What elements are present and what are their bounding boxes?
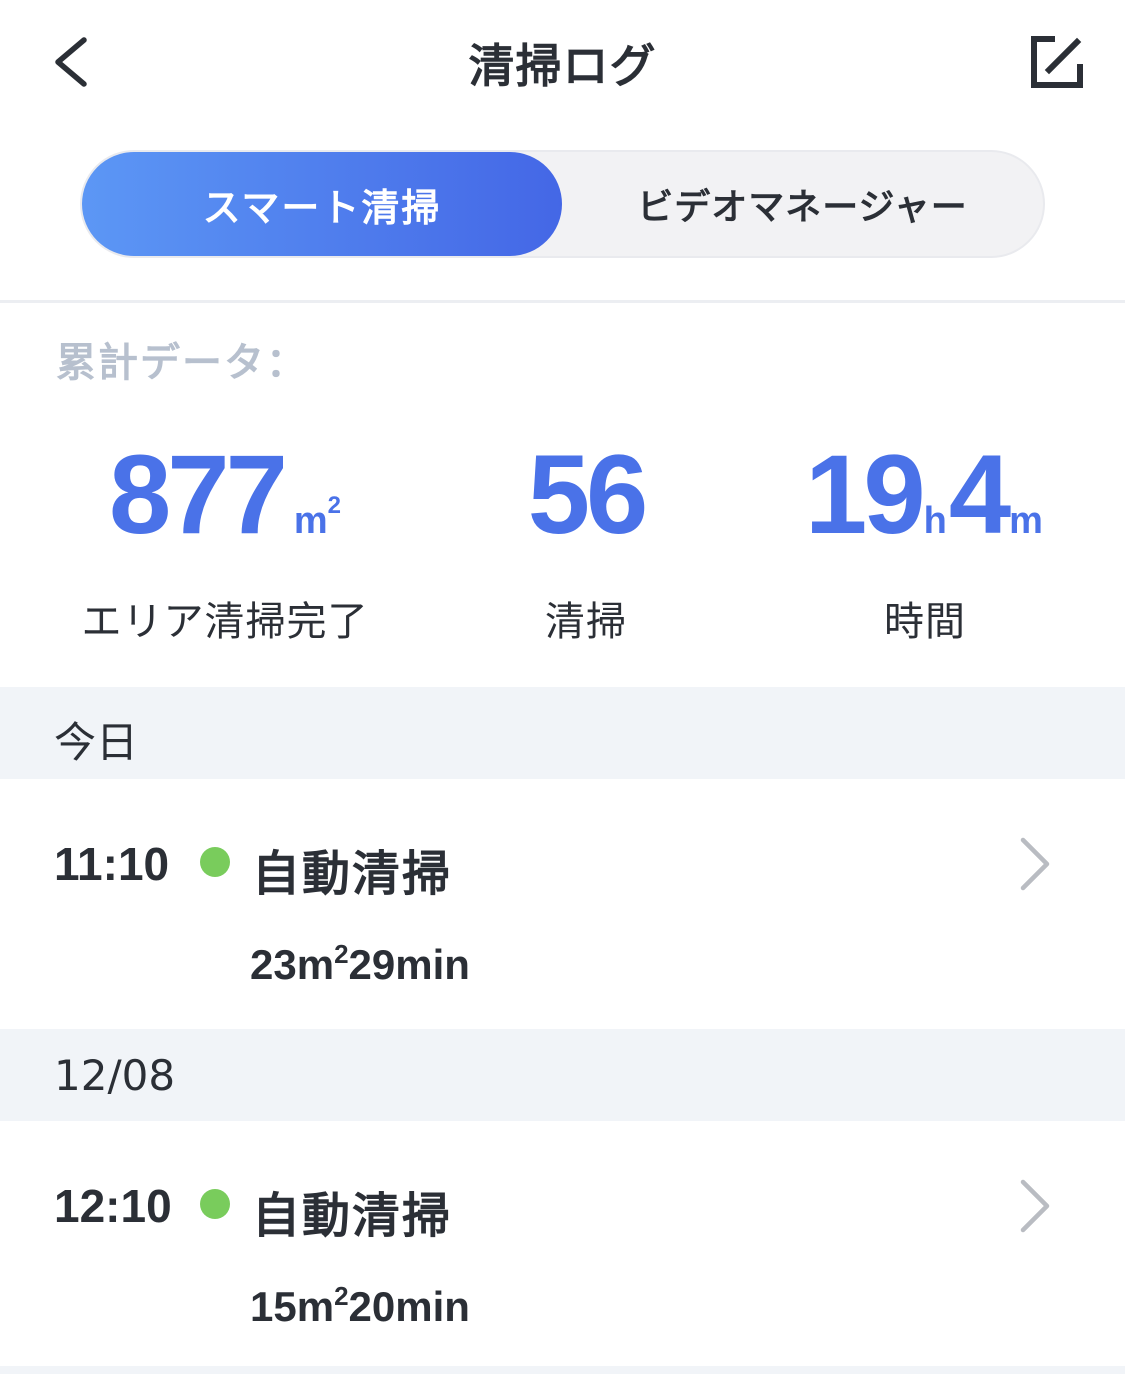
area-value-row: 877 m2 [70, 430, 380, 559]
tab-video-manager[interactable]: ビデオマネージャー [562, 152, 1043, 256]
chevron-right-icon[interactable] [1010, 1176, 1060, 1236]
log-summary: 23m229min [250, 939, 470, 988]
stat-area: 877 m2 エリア清掃完了 [70, 430, 380, 647]
log-mode: 自動清掃 [252, 1188, 453, 1244]
log-mode: 自動清掃 [252, 846, 453, 902]
hours-unit: h [923, 500, 947, 542]
divider [0, 300, 1125, 303]
time-value-row: 19h4m [790, 430, 1060, 559]
stat-time: 19h4m 時間 [790, 430, 1060, 647]
count-value-row: 56 [486, 430, 686, 559]
section-header-today: 今日 [0, 687, 1125, 779]
cumulative-data-label: 累計データ： [56, 340, 308, 386]
log-row[interactable]: 11:10 自動清掃 23m229min [0, 779, 1125, 1029]
status-dot [200, 1189, 230, 1219]
count-value: 56 [527, 432, 649, 557]
bottom-divider [0, 1366, 1125, 1374]
edit-export-icon [1031, 36, 1083, 88]
section-header-1208: 12/08 [0, 1029, 1125, 1121]
log-time: 11:10 [54, 838, 170, 890]
section-date: 12/08 [54, 1051, 176, 1100]
hours-value: 19 [805, 432, 926, 557]
tab-switcher: スマート清掃 ビデオマネージャー [80, 150, 1045, 258]
status-dot [200, 847, 230, 877]
header-bar: 清掃ログ [0, 0, 1125, 125]
count-label: 清掃 [545, 599, 627, 645]
log-row[interactable]: 12:10 自動清掃 15m220min [0, 1121, 1125, 1371]
area-label: エリア清掃完了 [81, 599, 369, 645]
minutes-value: 4 [948, 432, 1011, 557]
area-value: 877 [108, 432, 288, 557]
log-summary: 15m220min [250, 1281, 470, 1330]
stat-count: 56 清掃 [486, 430, 686, 647]
tab-smart-cleaning[interactable]: スマート清掃 [82, 152, 562, 256]
section-date: 今日 [54, 718, 139, 767]
log-time: 12:10 [54, 1180, 172, 1232]
time-label: 時間 [884, 599, 966, 645]
minutes-unit: m [1009, 500, 1043, 542]
edit-button[interactable] [1025, 30, 1089, 94]
area-unit: m2 [293, 492, 342, 542]
page-title: 清掃ログ [468, 39, 657, 93]
chevron-right-icon[interactable] [1010, 834, 1060, 894]
